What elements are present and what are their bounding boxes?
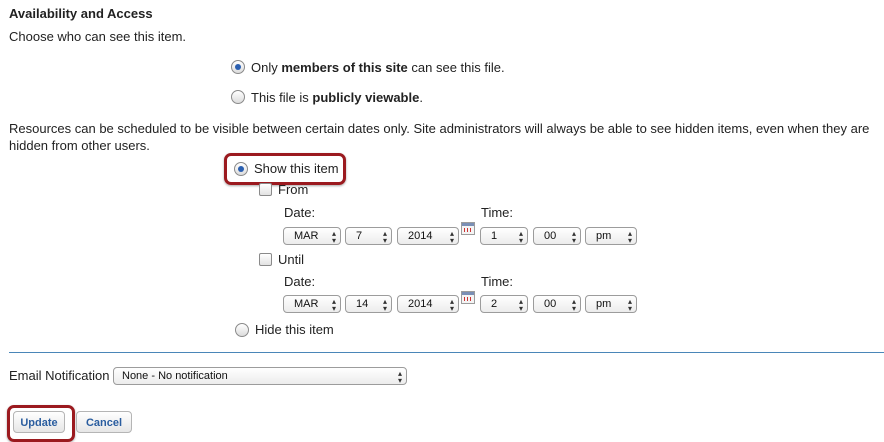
from-year-select[interactable]: 2014 ▴ ▾ (397, 227, 459, 245)
members-only-bold: members of this site (281, 60, 408, 75)
from-day-value: 7 (356, 230, 363, 242)
from-calendar-icon[interactable] (461, 222, 475, 235)
select-arrows-icon: ▴ ▾ (449, 229, 454, 245)
members-only-radio[interactable] (231, 60, 245, 74)
public-radio[interactable] (231, 90, 245, 104)
until-label[interactable]: Until (278, 252, 304, 267)
until-checkbox[interactable] (259, 253, 272, 266)
select-arrows-icon: ▴ ▾ (331, 229, 336, 245)
section-divider (9, 352, 884, 353)
from-minute-select[interactable]: 00 ▴ ▾ (533, 227, 581, 245)
select-arrows-icon: ▴ ▾ (331, 297, 336, 313)
from-ampm-value: pm (596, 230, 612, 242)
from-month-value: MAR (294, 230, 319, 242)
until-month-select[interactable]: MAR ▴ ▾ (283, 295, 341, 313)
select-arrows-icon: ▴ ▾ (382, 297, 387, 313)
select-arrows-icon: ▴ ▾ (627, 297, 632, 313)
update-button[interactable]: Update (13, 411, 65, 433)
from-minute-value: 00 (544, 230, 557, 242)
members-only-label[interactable]: Only members of this site can see this f… (251, 60, 505, 75)
until-year-select[interactable]: 2014 ▴ ▾ (397, 295, 459, 313)
public-suffix: . (419, 90, 423, 105)
from-label[interactable]: From (278, 182, 308, 197)
until-year-value: 2014 (408, 298, 433, 310)
schedule-description: Resources can be scheduled to be visible… (9, 121, 870, 153)
select-arrows-icon: ▴ ▾ (518, 229, 523, 245)
from-month-select[interactable]: MAR ▴ ▾ (283, 227, 341, 245)
until-date-label: Date: (284, 274, 316, 289)
from-checkbox[interactable] (259, 183, 272, 196)
public-label[interactable]: This file is publicly viewable. (251, 90, 423, 105)
from-time-label: Time: (481, 205, 514, 220)
until-hour-value: 2 (491, 298, 498, 310)
show-item-radio[interactable] (234, 162, 248, 176)
until-minute-value: 00 (544, 298, 557, 310)
from-year-value: 2014 (408, 230, 433, 242)
select-arrows-icon: ▴ ▾ (449, 297, 454, 313)
section-intro: Choose who can see this item. (9, 29, 187, 44)
from-hour-select[interactable]: 1 ▴ ▾ (480, 227, 528, 245)
section-title: Availability and Access (9, 6, 153, 21)
show-item-label[interactable]: Show this item (254, 161, 339, 176)
select-arrows-icon: ▴ ▾ (627, 229, 632, 245)
until-day-value: 14 (356, 298, 369, 310)
cancel-button[interactable]: Cancel (76, 411, 132, 433)
until-calendar-icon[interactable] (461, 291, 475, 304)
from-ampm-select[interactable]: pm ▴ ▾ (585, 227, 637, 245)
until-time-label: Time: (481, 274, 514, 289)
until-hour-select[interactable]: 2 ▴ ▾ (480, 295, 528, 313)
from-day-select[interactable]: 7 ▴ ▾ (345, 227, 392, 245)
members-only-suffix: can see this file. (407, 60, 505, 75)
public-bold: publicly viewable (312, 90, 420, 105)
hide-item-radio[interactable] (235, 323, 249, 337)
public-prefix: This file is (251, 90, 313, 105)
select-arrows-icon: ▴ ▾ (382, 229, 387, 245)
email-notification-label: Email Notification (9, 368, 110, 383)
until-ampm-value: pm (596, 298, 612, 310)
email-notification-select[interactable]: None - No notification ▴ ▾ (113, 367, 407, 385)
until-minute-select[interactable]: 00 ▴ ▾ (533, 295, 581, 313)
members-only-prefix: Only (251, 60, 282, 75)
select-arrows-icon: ▴ ▾ (397, 369, 402, 385)
from-hour-value: 1 (491, 230, 498, 242)
email-notification-value: None - No notification (122, 370, 228, 382)
hide-item-label[interactable]: Hide this item (255, 322, 334, 337)
until-ampm-select[interactable]: pm ▴ ▾ (585, 295, 637, 313)
until-day-select[interactable]: 14 ▴ ▾ (345, 295, 392, 313)
select-arrows-icon: ▴ ▾ (571, 297, 576, 313)
until-month-value: MAR (294, 298, 319, 310)
select-arrows-icon: ▴ ▾ (518, 297, 523, 313)
from-date-label: Date: (284, 205, 316, 220)
select-arrows-icon: ▴ ▾ (571, 229, 576, 245)
